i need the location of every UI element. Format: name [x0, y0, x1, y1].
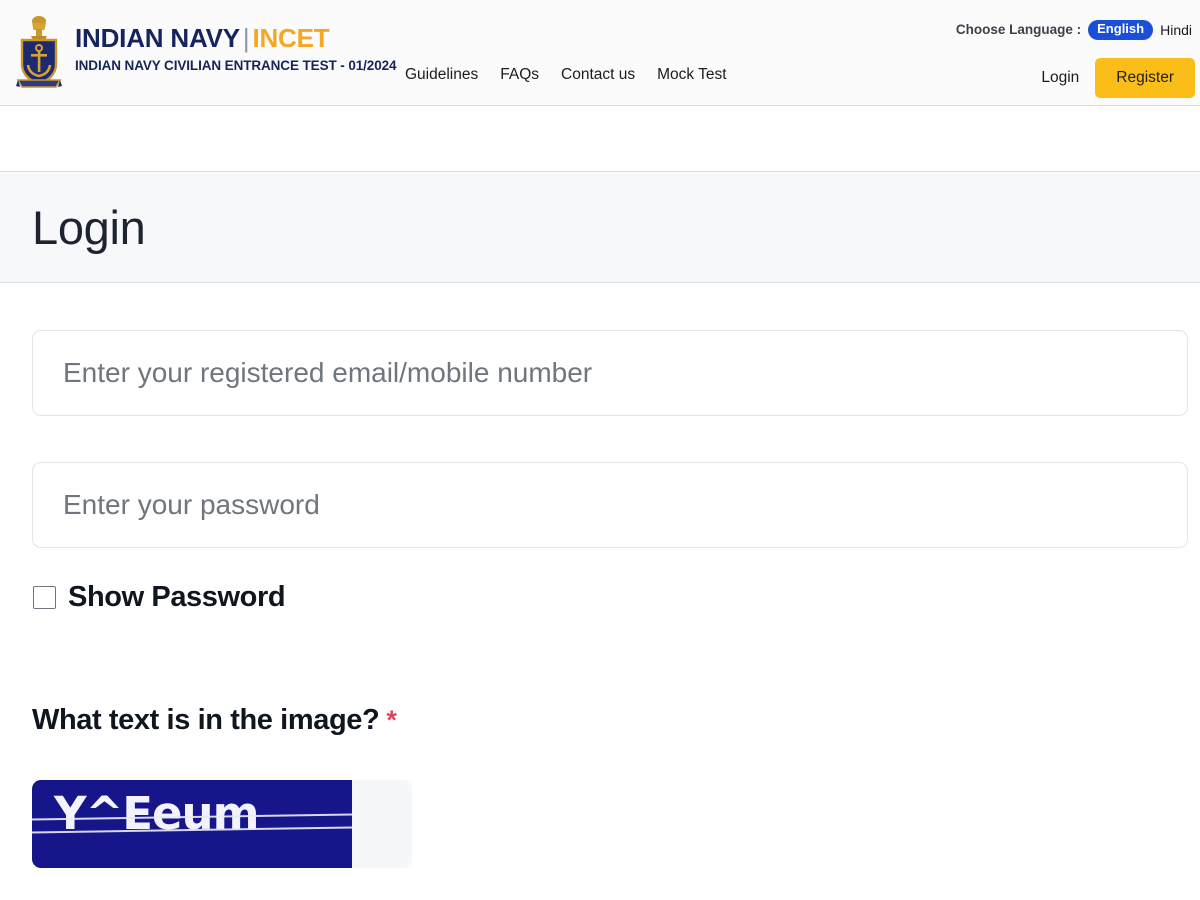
required-asterisk: * — [386, 705, 397, 735]
nav-item-mock-test[interactable]: Mock Test — [657, 66, 727, 84]
page-title-band: Login — [0, 171, 1200, 283]
nav-item-faqs[interactable]: FAQs — [500, 66, 539, 84]
captcha-image-container: Y^Eeum — [32, 780, 412, 868]
brand-title-primary: INDIAN NAVY — [75, 23, 240, 53]
brand-title: INDIAN NAVY | INCET — [75, 25, 396, 51]
brand-title-secondary: INCET — [252, 23, 330, 53]
auth-actions: Login Register — [1041, 58, 1195, 98]
show-password-row[interactable]: Show Password — [33, 581, 286, 613]
language-label: Choose Language : — [955, 22, 1082, 38]
nav-item-contact-us[interactable]: Contact us — [561, 66, 635, 84]
email-or-mobile-input[interactable] — [32, 330, 1188, 416]
main-navigation: Guidelines FAQs Contact us Mock Test — [405, 66, 727, 84]
nav-item-guidelines[interactable]: Guidelines — [405, 66, 478, 84]
captcha-question-text: What text is in the image? — [32, 704, 380, 736]
captcha-image[interactable]: Y^Eeum — [32, 780, 352, 868]
show-password-checkbox[interactable] — [33, 586, 56, 609]
header-login-link[interactable]: Login — [1041, 69, 1079, 87]
site-header: INDIAN NAVY | INCET INDIAN NAVY CIVILIAN E… — [0, 0, 1200, 106]
brand-logo[interactable]: INDIAN NAVY | INCET INDIAN NAVY CIVILIAN E… — [12, 14, 397, 94]
language-option-hindi[interactable]: Hindi — [1160, 22, 1192, 38]
header-register-button[interactable]: Register — [1095, 58, 1195, 98]
indian-navy-crest-icon — [16, 16, 62, 88]
language-option-english[interactable]: English — [1088, 20, 1154, 40]
captcha-question: What text is in the image? * — [32, 704, 397, 736]
password-input[interactable] — [32, 462, 1188, 548]
brand-title-separator: | — [242, 23, 250, 53]
language-switcher: Choose Language : English Hindi — [956, 20, 1192, 40]
brand-subtitle: INDIAN NAVY CIVILIAN ENTRANCE TEST - 01/… — [75, 58, 397, 73]
page-title: Login — [32, 200, 146, 254]
show-password-label: Show Password — [68, 581, 286, 613]
